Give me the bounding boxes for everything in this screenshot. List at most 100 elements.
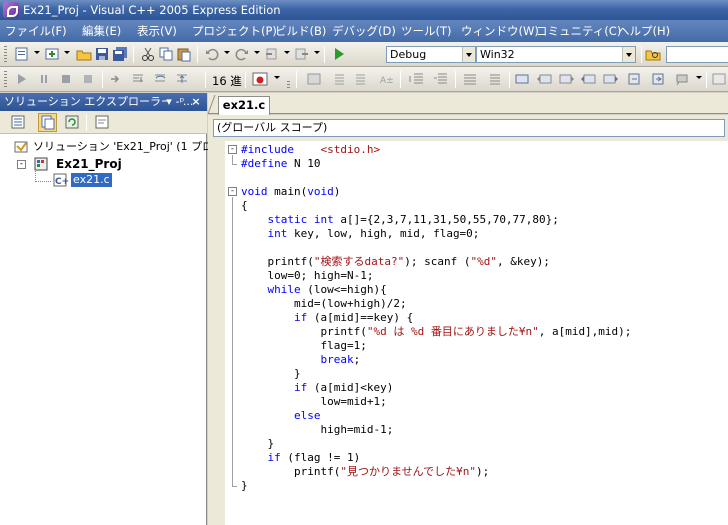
toggle-bookmark-icon[interactable] [306, 71, 323, 87]
navigate-back-icon[interactable] [264, 46, 281, 62]
menu-debug[interactable]: デバッグ(D) [332, 23, 396, 39]
view-code-icon[interactable] [94, 114, 111, 130]
navigate-forward-icon[interactable] [294, 46, 311, 62]
chevron-down-icon[interactable] [314, 51, 320, 54]
refresh-icon[interactable] [64, 114, 81, 130]
menu-view[interactable]: 表示(V) [137, 23, 177, 39]
menu-window[interactable]: ウィンドウ(W) [461, 23, 539, 39]
show-all-files-icon[interactable] [38, 113, 57, 132]
chevron-down-icon [462, 47, 475, 62]
increase-indent-icon[interactable] [432, 71, 449, 87]
toolbar-separator [509, 71, 510, 88]
menu-tools[interactable]: ツール(T) [401, 23, 452, 39]
breakpoints-window-icon[interactable] [252, 71, 269, 87]
toolbar-separator [706, 71, 707, 88]
tree-line [35, 181, 51, 182]
editor-gutter [208, 141, 225, 525]
save-icon[interactable] [94, 46, 111, 62]
toolbar-overflow[interactable] [287, 81, 290, 90]
new-project-icon[interactable] [14, 46, 31, 62]
open-file-icon[interactable] [76, 46, 93, 62]
c-source-file-icon: C+ [53, 173, 69, 187]
chevron-down-icon[interactable] [274, 76, 280, 79]
save-all-icon[interactable] [112, 46, 129, 62]
comment-lines-icon[interactable] [462, 71, 479, 87]
tab-ex21-c[interactable]: ex21.c [218, 96, 270, 115]
menu-build[interactable]: ビルド(B) [275, 23, 326, 39]
next-bookmark-in-document-icon[interactable] [650, 71, 667, 87]
toolbar-separator [641, 46, 642, 63]
toolbar-grip[interactable] [4, 46, 7, 63]
restart-icon[interactable] [80, 71, 97, 87]
toolbar-separator [400, 71, 401, 88]
code-editor[interactable]: #include <stdio.h> #define N 10 void main(… [208, 141, 728, 525]
solution-configuration-select[interactable]: Debug [386, 46, 476, 63]
toolbar-options-icon[interactable] [711, 71, 728, 87]
toolbar-grip[interactable] [4, 71, 7, 88]
chevron-down-icon[interactable] [64, 51, 70, 54]
menu-edit[interactable]: 編集(E) [82, 23, 121, 39]
cut-icon[interactable] [140, 46, 157, 62]
menu-file[interactable]: ファイル(F) [5, 23, 67, 39]
redo-icon[interactable] [234, 46, 251, 62]
chevron-down-icon [622, 47, 635, 62]
step-over-icon[interactable] [152, 71, 169, 87]
add-item-icon[interactable] [44, 46, 61, 62]
scope-select[interactable]: (グローバル スコープ) [213, 119, 725, 137]
file-node-ex21[interactable]: ex21.c [71, 173, 112, 187]
chevron-down-icon[interactable] [254, 51, 260, 54]
properties-icon[interactable] [10, 114, 27, 130]
project-node[interactable]: Ex21_Proj [56, 157, 122, 171]
dropdown-icon[interactable]: ▾ [163, 93, 175, 111]
code-line: mid=(low+high)/2; [241, 297, 407, 310]
hex-display-toggle[interactable]: 16 進 [212, 73, 242, 89]
code-line: } [241, 479, 248, 492]
copy-icon[interactable] [158, 46, 175, 62]
prev-bookmark-in-folder-icon[interactable] [580, 71, 597, 87]
menu-community[interactable]: コミュニティ(C) [536, 23, 621, 39]
stop-debugging-icon[interactable] [58, 71, 75, 87]
title-bar: Ex21_Proj - Visual C++ 2005 Express Edit… [0, 0, 728, 20]
undo-icon[interactable] [204, 46, 221, 62]
solution-platform-select[interactable]: Win32 [476, 46, 636, 63]
next-bookmark-icon[interactable] [558, 71, 575, 87]
fold-toggle[interactable]: - [228, 187, 237, 196]
clear-bookmarks-icon[interactable] [674, 71, 691, 87]
next-bookmark-in-folder-icon[interactable] [602, 71, 619, 87]
word-wrap-icon[interactable]: A± [378, 71, 395, 87]
toolbar-separator [455, 71, 456, 88]
uncomment-lines-icon[interactable] [486, 71, 503, 87]
fold-toggle[interactable]: - [228, 145, 237, 154]
code-line: static int a[]={2,3,7,11,31,50,55,70,77,… [267, 213, 559, 226]
toolbar-separator [245, 71, 246, 88]
chevron-down-icon[interactable] [34, 51, 40, 54]
prev-bookmark-in-document-icon[interactable] [626, 71, 643, 87]
start-debugging-icon[interactable] [331, 46, 348, 62]
indent-icon[interactable] [330, 71, 347, 87]
menu-help[interactable]: ヘルプ(H) [618, 23, 670, 39]
outdent-icon[interactable] [354, 71, 371, 87]
find-input[interactable] [666, 46, 728, 63]
code-line: printf("検索するdata?"); scanf ("%d", &key); [241, 255, 550, 268]
chevron-down-icon[interactable] [224, 51, 230, 54]
code-line: } [241, 437, 275, 450]
show-next-statement-icon[interactable] [108, 71, 125, 87]
decrease-indent-icon[interactable] [408, 71, 425, 87]
chevron-down-icon[interactable] [284, 51, 290, 54]
find-in-files-icon[interactable] [645, 46, 662, 62]
code-line: { [241, 199, 248, 212]
solution-explorer-panel: ソリューション エクスプローラー - ... ▾ ᵖ × ソリューション 'Ex… [0, 93, 261, 525]
pin-icon[interactable]: ᵖ [176, 93, 188, 111]
fold-end [232, 164, 237, 165]
step-out-icon[interactable] [174, 71, 191, 87]
step-into-icon[interactable] [130, 71, 147, 87]
prev-bookmark-icon[interactable] [536, 71, 553, 87]
break-all-icon[interactable] [36, 71, 53, 87]
continue-icon[interactable] [14, 71, 31, 87]
close-icon[interactable]: × [190, 93, 202, 111]
collapse-project-toggle[interactable]: - [17, 160, 26, 169]
chevron-down-icon[interactable] [696, 76, 702, 79]
bookmark-icon[interactable] [514, 71, 531, 87]
paste-icon[interactable] [176, 46, 193, 62]
menu-project[interactable]: プロジェクト(P) [192, 23, 277, 39]
